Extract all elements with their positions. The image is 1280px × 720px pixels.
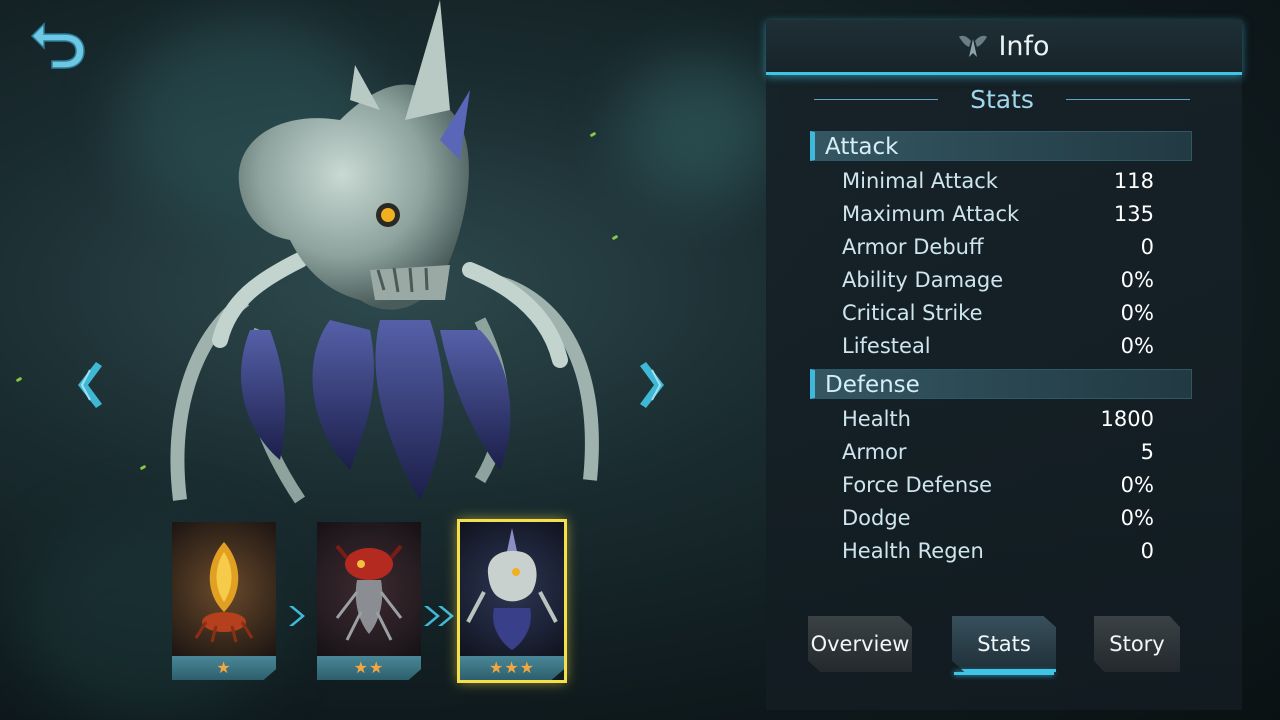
back-arrow-icon (30, 22, 85, 69)
stat-row-health: Health 1800 (842, 403, 1154, 436)
tab-overview[interactable]: Overview (808, 616, 912, 672)
stat-value: 0% (1120, 473, 1154, 497)
section-label: Attack (825, 134, 899, 160)
panel-header: Info (766, 20, 1242, 75)
tab-stats[interactable]: Stats (952, 616, 1056, 672)
subheader-label: Stats (970, 85, 1034, 114)
evolution-portrait (460, 522, 564, 656)
active-tab-indicator (954, 672, 1054, 675)
stat-value: 0 (1140, 235, 1154, 259)
stat-row-critical-strike: Critical Strike 0% (842, 297, 1154, 330)
stat-value: 0 (1140, 539, 1154, 563)
chevron-left-icon (78, 362, 102, 408)
back-button[interactable] (28, 14, 92, 70)
evolution-card-3-star[interactable]: ★★★ (457, 519, 567, 683)
stat-value: 0% (1120, 334, 1154, 358)
stat-name: Ability Damage (842, 268, 1004, 292)
stat-row-armor-debuff: Armor Debuff 0 (842, 231, 1154, 264)
stat-name: Armor Debuff (842, 235, 984, 259)
wings-emblem-icon (959, 35, 988, 57)
panel-title: Info (998, 30, 1050, 62)
character-model (150, 0, 630, 520)
stats-subheader: Stats (814, 80, 1190, 120)
stat-row-ability-damage: Ability Damage 0% (842, 264, 1154, 297)
stat-name: Lifesteal (842, 334, 931, 358)
star-rating: ★ (172, 656, 276, 680)
tab-story[interactable]: Story (1094, 616, 1180, 672)
stat-name: Health Regen (842, 539, 984, 563)
evolution-arrow-icon (285, 604, 321, 628)
stat-row-dodge: Dodge 0% (842, 502, 1154, 535)
stat-value: 135 (1113, 202, 1154, 226)
stat-name: Health (842, 407, 911, 431)
stat-value: 0% (1120, 301, 1154, 325)
stat-value: 0% (1120, 506, 1154, 530)
stat-row-force-defense: Force Defense 0% (842, 469, 1154, 502)
stat-name: Armor (842, 440, 907, 464)
sparkle-decoration (139, 464, 147, 471)
star-rating: ★★ (317, 656, 421, 680)
next-hero-button[interactable] (636, 358, 672, 412)
stat-value: 118 (1113, 169, 1154, 193)
stat-name: Minimal Attack (842, 169, 998, 193)
stat-name: Maximum Attack (842, 202, 1020, 226)
star-rating: ★★★ (460, 656, 564, 680)
chevron-right-icon (640, 362, 664, 408)
stat-row-maximum-attack: Maximum Attack 135 (842, 198, 1154, 231)
section-label: Defense (825, 372, 920, 398)
stat-row-lifesteal: Lifesteal 0% (842, 330, 1154, 363)
stat-value: 1800 (1100, 407, 1154, 431)
stat-value: 0% (1120, 268, 1154, 292)
evolution-portrait (317, 522, 421, 656)
previous-hero-button[interactable] (70, 358, 106, 412)
attack-section-header: Attack (810, 131, 1192, 161)
evolution-double-arrow-icon (422, 604, 458, 628)
stat-name: Force Defense (842, 473, 993, 497)
evolution-card-1-star[interactable]: ★ (172, 522, 276, 680)
stat-row-minimal-attack: Minimal Attack 118 (842, 165, 1154, 198)
stat-row-armor: Armor 5 (842, 436, 1154, 469)
stat-name: Critical Strike (842, 301, 983, 325)
sparkle-decoration (15, 376, 23, 383)
stat-value: 5 (1140, 440, 1154, 464)
evolution-portrait (172, 522, 276, 656)
evolution-card-2-star[interactable]: ★★ (317, 522, 421, 680)
info-panel: Info Stats Attack Minimal Attack 118 Max… (766, 20, 1242, 710)
stat-row-health-regen: Health Regen 0 (842, 535, 1154, 568)
stat-name: Dodge (842, 506, 911, 530)
defense-section-header: Defense (810, 369, 1192, 399)
